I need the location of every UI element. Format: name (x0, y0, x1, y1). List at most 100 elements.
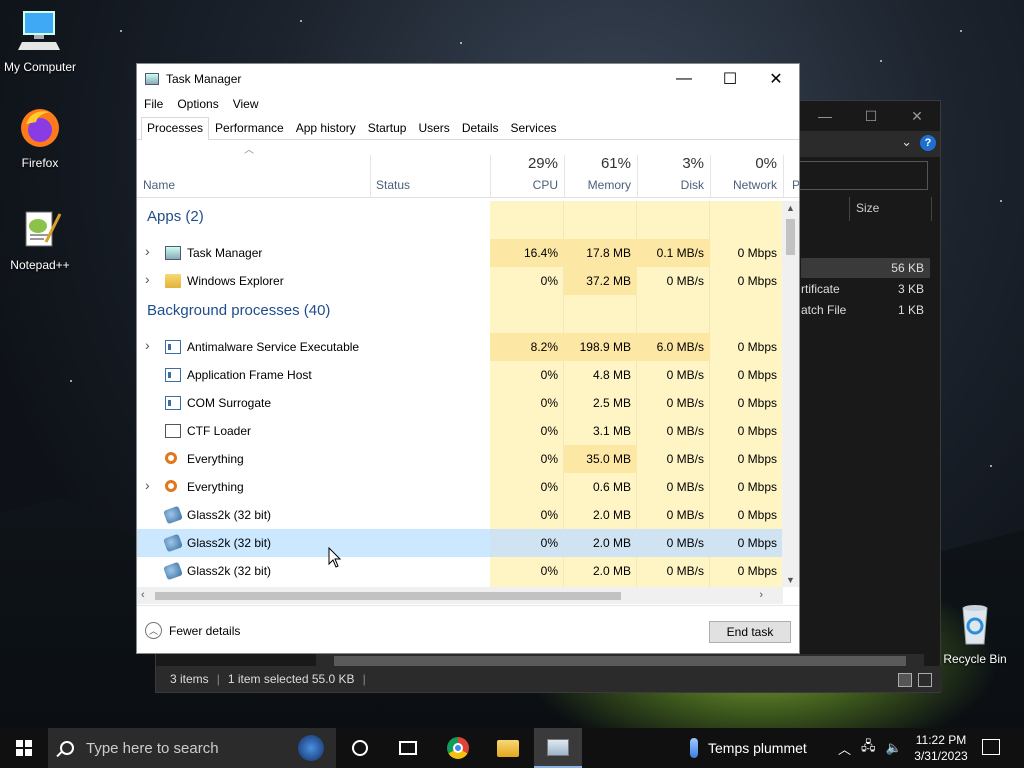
desktop-icon-my-computer[interactable]: My Computer (0, 8, 80, 74)
search-icon (60, 741, 74, 755)
process-network: 0 Mbps (737, 424, 777, 438)
status-selection: 1 item selected 55.0 KB (227, 672, 355, 686)
process-cpu: 0% (540, 508, 558, 522)
menu-file[interactable]: File (144, 97, 163, 111)
tab-processes[interactable]: Processes (141, 117, 210, 140)
process-list[interactable]: Apps (2) Background processes (40) › Task… (137, 201, 783, 587)
process-row[interactable]: COM Surrogate 0% 2.5 MB 0 MB/s 0 Mbps (137, 389, 783, 417)
column-header-row: ︿ Name Status 29% CPU 61% Memory 3% Disk… (137, 140, 799, 198)
group-header-apps[interactable]: Apps (2) (147, 208, 204, 225)
scrollbar-thumb[interactable] (334, 656, 906, 666)
task-manager-window[interactable]: Task Manager — ☐ ✕ File Options View Pro… (136, 63, 800, 654)
taskbar: Type here to search Temps plummet ︿ 🖧 🔈 … (0, 728, 1024, 768)
group-header-background[interactable]: Background processes (40) (147, 302, 330, 319)
scroll-right-icon[interactable]: › (759, 589, 763, 601)
process-disk: 0 MB/s (666, 274, 704, 288)
process-network: 0 Mbps (737, 246, 777, 260)
task-view-button[interactable] (384, 728, 432, 768)
explorer-search-input[interactable] (798, 161, 928, 190)
process-memory: 17.8 MB (586, 246, 631, 260)
process-row[interactable]: Everything 0% 35.0 MB 0 MB/s 0 Mbps (137, 445, 783, 473)
notification-center-icon[interactable] (982, 739, 1000, 755)
process-row[interactable]: › Windows Explorer 0% 37.2 MB 0 MB/s 0 Mbps (137, 267, 783, 295)
column-header-name[interactable]: ︿ Name (137, 140, 370, 198)
process-row[interactable]: Glass2k (32 bit) 0% 2.0 MB 0 MB/s 0 Mbps (137, 501, 783, 529)
menu-options[interactable]: Options (177, 97, 218, 111)
desktop-icon-recycle-bin[interactable]: Recycle Bin (935, 600, 1015, 666)
tab-app-history[interactable]: App history (290, 117, 362, 139)
scrollbar-thumb[interactable] (786, 219, 795, 255)
tab-startup[interactable]: Startup (362, 117, 413, 139)
memory-total-percent: 61% (600, 155, 631, 172)
large-icons-view-icon[interactable] (918, 673, 932, 687)
taskbar-search-box[interactable]: Type here to search (48, 728, 336, 768)
weather-text: Temps plummet (708, 740, 807, 756)
minimize-button[interactable]: — (661, 64, 707, 94)
expand-chevron-icon[interactable]: › (145, 271, 150, 287)
process-row[interactable]: › Task Manager 16.4% 17.8 MB 0.1 MB/s 0 Mbps (137, 239, 783, 267)
details-view-icon[interactable] (898, 673, 912, 687)
file-row[interactable]: 56 KB (801, 258, 930, 278)
tab-performance[interactable]: Performance (209, 117, 290, 139)
help-icon[interactable]: ? (920, 135, 936, 151)
scroll-left-icon[interactable]: ‹ (141, 589, 145, 601)
minimize-icon[interactable]: — (802, 101, 848, 131)
desktop-icon-notepad-plus-plus[interactable]: Notepad++ (0, 206, 80, 272)
process-row[interactable]: Glass2k (32 bit) 0% 2.0 MB 0 MB/s 0 Mbps (137, 557, 783, 585)
scroll-down-icon[interactable]: ▼ (786, 575, 795, 585)
process-memory: 2.0 MB (592, 564, 631, 578)
weather-widget[interactable]: Temps plummet (690, 728, 807, 768)
scrollbar-thumb[interactable] (155, 592, 621, 600)
process-name: Glass2k (32 bit) (187, 536, 272, 550)
file-row[interactable]: rtificate 3 KB (801, 279, 930, 299)
desktop-icon-firefox[interactable]: Firefox (0, 104, 80, 170)
tab-bar: Processes Performance App history Startu… (137, 116, 799, 140)
close-icon[interactable]: ✕ (894, 101, 940, 131)
menu-view[interactable]: View (233, 97, 259, 111)
maximize-button[interactable]: ☐ (707, 64, 753, 94)
column-header-cpu[interactable]: 29% CPU (490, 140, 564, 198)
expand-chevron-icon[interactable]: › (145, 337, 150, 353)
horizontal-scrollbar[interactable]: ‹ › (137, 587, 783, 604)
chevron-down-icon[interactable]: ⌄ (901, 134, 912, 150)
app-icon (165, 396, 181, 410)
taskbar-task-manager[interactable] (534, 728, 582, 768)
vertical-scrollbar[interactable]: ▲ ▼ (782, 201, 799, 587)
taskbar-chrome[interactable] (434, 728, 482, 768)
status-item-count: 3 items (170, 672, 209, 686)
close-button[interactable]: ✕ (753, 64, 799, 94)
process-row[interactable]: Glass2k (32 bit) 0% 2.0 MB 0 MB/s 0 Mbps (137, 529, 783, 557)
tab-users[interactable]: Users (412, 117, 455, 139)
tab-details[interactable]: Details (456, 117, 505, 139)
network-icon[interactable]: 🖧 (861, 737, 876, 759)
expand-chevron-icon[interactable]: › (145, 243, 150, 259)
cortana-button[interactable] (336, 728, 384, 768)
scroll-up-icon[interactable]: ▲ (786, 203, 795, 213)
bing-icon[interactable] (298, 735, 324, 761)
tray-chevron-icon[interactable]: ︿ (838, 739, 851, 758)
column-header-memory[interactable]: 61% Memory (564, 140, 637, 198)
title-bar[interactable]: Task Manager — ☐ ✕ (137, 64, 799, 94)
tab-services[interactable]: Services (505, 117, 563, 139)
folder-icon (165, 274, 181, 288)
maximize-icon[interactable]: ☐ (848, 101, 894, 131)
column-header-disk[interactable]: 3% Disk (637, 140, 710, 198)
column-header-size[interactable]: Size (856, 201, 879, 215)
file-row[interactable]: atch File 1 KB (801, 300, 930, 320)
end-task-button[interactable]: End task (709, 621, 791, 643)
taskbar-file-explorer[interactable] (484, 728, 532, 768)
process-disk: 0 MB/s (666, 508, 704, 522)
column-header-status[interactable]: Status (370, 140, 490, 198)
start-button[interactable] (0, 728, 48, 768)
process-row[interactable]: Application Frame Host 0% 4.8 MB 0 MB/s 0 Mb… (137, 361, 783, 389)
process-row[interactable]: › Antimalware Service Executable 8.2% 198.9… (137, 333, 783, 361)
process-row[interactable]: › Everything 0% 0.6 MB 0 MB/s 0 Mbps (137, 473, 783, 501)
process-row[interactable]: CTF Loader 0% 3.1 MB 0 MB/s 0 Mbps (137, 417, 783, 445)
expand-chevron-icon[interactable]: › (145, 477, 150, 493)
volume-icon[interactable]: 🔈 (886, 740, 902, 756)
fewer-details-button[interactable]: ︿ Fewer details (145, 622, 240, 639)
clock[interactable]: 11:22 PM 3/31/2023 (910, 732, 972, 764)
column-header-network[interactable]: 0% Network (710, 140, 783, 198)
process-network: 0 Mbps (737, 396, 777, 410)
column-header-power[interactable]: P (783, 140, 799, 198)
